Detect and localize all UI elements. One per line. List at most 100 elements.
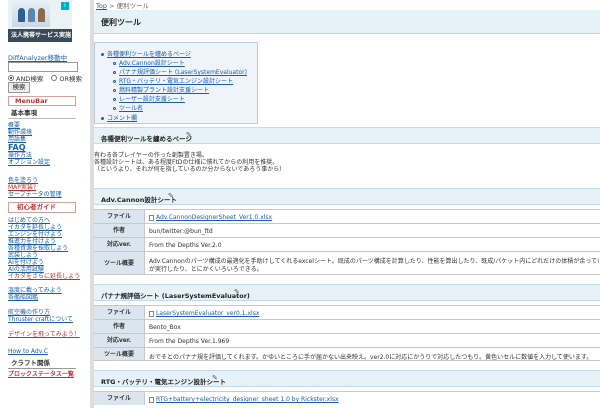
row-key: ファイル <box>94 392 145 405</box>
ad-info-icon[interactable]: i <box>61 2 69 10</box>
guide-item[interactable]: AIを付けよう <box>8 259 44 266</box>
section-heading: パナナ規評価シート (LaserSystemEvaluator) ✎ <box>94 284 600 301</box>
sidebar-item[interactable]: 各艦船図鑑 <box>8 294 38 301</box>
toc-item[interactable]: コメント欄 <box>101 113 137 122</box>
toc-label: 燃料精製プラント設計支援シート <box>119 87 210 94</box>
row-value-cont: が実行したり、とにかくいろいろできる。 <box>149 266 263 273</box>
row-key: 対応ver. <box>94 238 145 251</box>
ad-caption: 法人携帯サービス実施中 <box>8 29 72 52</box>
sidebar-item[interactable]: 温度に載ってみよう <box>8 287 62 294</box>
sidebar-item-overview[interactable]: 概要 <box>8 122 20 129</box>
toc-item[interactable]: パナナ規評価シート (LaserSystemEvaluator) <box>113 67 247 76</box>
section-title: 各種便利ツールを纏めるページ <box>101 135 192 143</box>
table-row: ファイル LaserSystemEvaluator_ver0.1.xlsx <box>94 305 600 319</box>
file-link[interactable]: LaserSystemEvaluator_ver0.1.xlsx <box>156 310 259 317</box>
guide-item[interactable]: 武装しよう <box>8 252 38 259</box>
section-title: パナナ規評価シート (LaserSystemEvaluator) <box>101 292 250 300</box>
toc-label: 各種便利ツールを纏めるページ <box>107 51 191 58</box>
sidebar-item-blocks[interactable]: ブロックステータス一覧 <box>8 371 74 378</box>
sidebar-item-options[interactable]: オプション設定 <box>8 159 50 166</box>
search-button[interactable]: 検索 <box>8 82 30 93</box>
table-row: 対応ver. From the Depths Ver.1.969 <box>94 333 600 347</box>
sidebar-item[interactable]: 航空機の作り方 <box>8 309 50 316</box>
or-radio-label: OR検索 <box>59 75 82 83</box>
intro-line: （というより、それが何を指しているのか分からないであろう事から） <box>94 166 286 173</box>
guide-item[interactable]: イカダをさらに延長しよう <box>8 273 80 280</box>
page-title: 便利ツール <box>101 18 141 27</box>
guide-item[interactable]: エンジンを付けよう <box>8 231 62 238</box>
ad-banner[interactable]: i 法人携帯サービス実施中 <box>8 0 72 52</box>
sidebar-item[interactable]: Thruster craftについて <box>8 316 73 323</box>
toc-label: ツール名 <box>119 105 144 112</box>
breadcrumb-top-link[interactable]: Top <box>96 2 107 10</box>
toc-label: Adv.Cannon設計シート <box>119 60 185 67</box>
table-row: 作者 Bento_Box <box>94 319 600 333</box>
sidebar-item-design[interactable]: デザインを飛ってみよう！ <box>8 331 80 338</box>
table-of-contents: 各種便利ツールを纏めるページ Adv.Cannon設計シート パナナ規評価シート… <box>94 42 258 124</box>
toc-item[interactable]: ツール名 <box>113 103 143 112</box>
sidebar: i 法人携帯サービス実施中 DiffAnalyzer移動中 AND検索 OR検索… <box>0 0 88 408</box>
table-row: ツール概要 Adv.Cannonのパーツ構成の最適化を手助けしてくれるexcel… <box>94 251 600 275</box>
file-icon <box>149 214 154 221</box>
row-value: Bento_Box <box>149 324 181 331</box>
row-value: bun/twitter:@bun_ftd <box>149 228 213 235</box>
table-row: ツール概要 おでそとのパナナ規を評価してくれます。かゆいところに手が届かない出来… <box>94 347 600 361</box>
bullet-icon <box>101 117 104 120</box>
guide-item[interactable]: 推進力を付けよう <box>8 238 56 245</box>
row-value: From the Depths Ver.2.0 <box>149 242 222 249</box>
toc-item[interactable]: RTG・バッテリ・電気エンジン設計シート <box>113 76 233 85</box>
person-figure-icon <box>38 8 45 22</box>
sidebar-item-painting[interactable]: 色を塗ろう <box>8 177 38 184</box>
bullet-icon <box>101 53 104 56</box>
bullet-icon <box>113 89 116 92</box>
section-heading: Adv.Cannon設計シート ✎ <box>94 188 600 205</box>
sidebar-item-howto[interactable]: How to Adv.C <box>8 348 48 355</box>
toc-item[interactable]: 燃料精製プラント設計支援シート <box>113 85 209 94</box>
row-key: 対応ver. <box>94 334 145 347</box>
toc-item[interactable]: 各種便利ツールを纏めるページ <box>101 49 191 58</box>
ad-image <box>12 2 50 27</box>
table-row: 作者 bun/twitter:@bun_ftd <box>94 223 600 237</box>
breadcrumb: Top > 便利ツール <box>96 0 149 10</box>
or-radio[interactable] <box>51 75 58 81</box>
sidebar-item-environment[interactable]: 動作環境 <box>8 129 32 136</box>
sidebar-item-faq[interactable]: FAQ <box>8 144 26 152</box>
toc-item[interactable]: レーザー設計支援シート <box>113 94 185 103</box>
section-heading: 各種便利ツールを纏めるページ ✎ <box>94 127 600 144</box>
person-figure-icon <box>28 8 35 22</box>
file-icon <box>149 310 154 317</box>
and-radio[interactable] <box>8 75 14 81</box>
bullet-icon <box>113 62 116 65</box>
guide-heading: 初心者ガイド <box>8 202 76 213</box>
edit-pencil-icon[interactable]: ✎ <box>234 288 240 296</box>
edit-pencil-icon[interactable]: ✎ <box>186 131 192 139</box>
person-figure-icon <box>18 8 25 22</box>
row-key: 作者 <box>94 224 145 237</box>
file-link[interactable]: RTG+battery+electricity_designer_sheet 1… <box>156 396 339 403</box>
sidebar-item-glossary[interactable]: 用語集 <box>8 136 26 143</box>
bullet-icon <box>113 98 116 101</box>
toc-label: レーザー設計支援シート <box>119 96 185 103</box>
main-content: Top > 便利ツール 便利ツール 各種便利ツールを纏めるページ Adv.Can… <box>94 0 600 408</box>
sidebar-item-controls[interactable]: 操作方法 <box>8 152 32 159</box>
bullet-icon <box>113 71 116 74</box>
craft-heading: クラフト関係 <box>8 358 76 369</box>
guide-item[interactable]: 各種資源を採取しよう <box>8 245 68 252</box>
section-title: RTG・バッテリ・電気エンジン設計シート <box>101 378 226 386</box>
guide-item[interactable]: はじめての方へ <box>8 217 50 224</box>
search-input[interactable] <box>8 62 78 72</box>
toc-item[interactable]: Adv.Cannon設計シート <box>113 58 185 67</box>
guide-item[interactable]: AIの活用試験 <box>8 266 44 273</box>
toc-label: RTG・バッテリ・電気エンジン設計シート <box>119 78 234 85</box>
sidebar-item-map[interactable]: MAP実装? <box>8 184 36 191</box>
diffanalyzer-link[interactable]: DiffAnalyzer移動中 <box>8 52 67 62</box>
guide-item[interactable]: イカダを延長しよう <box>8 224 62 231</box>
edit-pencil-icon[interactable]: ✎ <box>212 374 218 382</box>
breadcrumb-current: 便利ツール <box>116 2 150 10</box>
edit-pencil-icon[interactable]: ✎ <box>168 192 174 200</box>
file-link[interactable]: Adv.CannonDesignerSheet_Ver1.0.xlsx <box>156 214 272 221</box>
row-value: From the Depths Ver.1.969 <box>149 338 230 345</box>
title-bar: 便利ツール <box>94 10 600 34</box>
sidebar-item-savedata[interactable]: セーブデータの管理 <box>8 191 62 198</box>
breadcrumb-separator: > <box>109 2 115 10</box>
